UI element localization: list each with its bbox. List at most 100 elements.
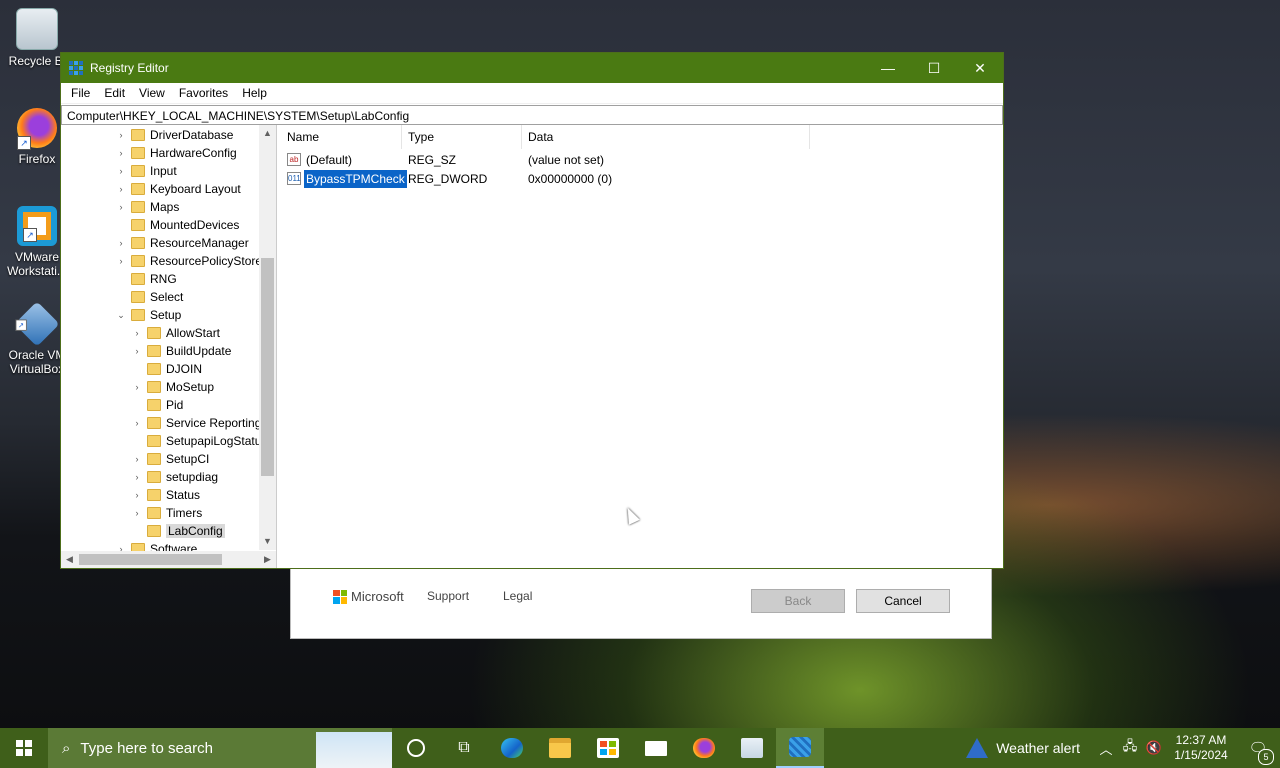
- close-button[interactable]: ✕: [957, 53, 1003, 83]
- vmware-icon: ↗: [17, 206, 57, 246]
- scroll-down-icon[interactable]: ▼: [259, 533, 276, 550]
- tree-expander-icon[interactable]: ›: [131, 418, 143, 428]
- task-view-button[interactable]: ⧉: [440, 728, 488, 768]
- tree-item[interactable]: RNG: [115, 270, 177, 288]
- address-bar[interactable]: Computer\HKEY_LOCAL_MACHINE\SYSTEM\Setup…: [61, 105, 1003, 125]
- value-data: (value not set): [528, 153, 605, 167]
- scroll-thumb[interactable]: [261, 258, 274, 476]
- scroll-right-icon[interactable]: ▶: [259, 551, 276, 568]
- column-header-name[interactable]: Name: [281, 125, 402, 149]
- minimize-button[interactable]: —: [865, 53, 911, 83]
- folder-icon: [131, 129, 145, 141]
- folder-icon: [147, 399, 161, 411]
- value-row[interactable]: 011 BypassTPMCheck REG_DWORD 0x00000000 (0): [281, 169, 981, 189]
- legal-link[interactable]: Legal: [503, 589, 532, 603]
- tree-item[interactable]: › DriverDatabase: [115, 126, 234, 144]
- menu-view[interactable]: View: [132, 86, 172, 100]
- tree-expander-icon[interactable]: ›: [115, 166, 127, 176]
- tree-item[interactable]: MountedDevices: [115, 216, 239, 234]
- scroll-thumb[interactable]: [79, 554, 222, 565]
- maximize-button[interactable]: ☐: [911, 53, 957, 83]
- value-row[interactable]: ab (Default) REG_SZ (value not set): [281, 151, 981, 169]
- cortana-button[interactable]: [392, 728, 440, 768]
- registry-editor-window: Registry Editor — ☐ ✕ File Edit View Fav…: [60, 52, 1004, 569]
- taskbar-mail[interactable]: [632, 728, 680, 768]
- menu-favorites[interactable]: Favorites: [172, 86, 235, 100]
- tree-item[interactable]: › setupdiag: [131, 468, 219, 486]
- folder-icon: [131, 165, 145, 177]
- tree-item[interactable]: › ResourceManager: [115, 234, 249, 252]
- menu-help[interactable]: Help: [235, 86, 274, 100]
- taskbar-search-box[interactable]: ⌕ Type here to search: [48, 728, 392, 768]
- tree-item[interactable]: › Service Reporting: [131, 414, 262, 432]
- tree-horizontal-scrollbar[interactable]: ◀ ▶: [61, 551, 276, 568]
- tree-expander-icon[interactable]: ›: [131, 508, 143, 518]
- tree-expander-icon[interactable]: ›: [131, 328, 143, 338]
- tree-expander-icon[interactable]: ›: [131, 472, 143, 482]
- tree-item-label: Select: [150, 290, 184, 304]
- network-button[interactable]: 🖧: [1118, 737, 1142, 759]
- tree-expander-icon[interactable]: ›: [131, 454, 143, 464]
- tree-item[interactable]: › MoSetup: [131, 378, 215, 396]
- tree-item[interactable]: DJOIN: [131, 360, 202, 378]
- title-bar[interactable]: Registry Editor — ☐ ✕: [61, 53, 1003, 83]
- scroll-up-icon[interactable]: ▲: [259, 125, 276, 142]
- tree-item[interactable]: Select: [115, 288, 183, 306]
- key-tree-pane[interactable]: › DriverDatabase › HardwareConfig › Input › Key…: [61, 125, 277, 568]
- menu-edit[interactable]: Edit: [97, 86, 132, 100]
- taskbar-file-explorer[interactable]: [536, 728, 584, 768]
- tree-item-label: ResourcePolicyStore: [150, 254, 263, 268]
- tree-expander-icon[interactable]: ›: [131, 382, 143, 392]
- tree-item[interactable]: ⌄ Setup: [115, 306, 181, 324]
- taskbar-registry-editor[interactable]: [776, 728, 824, 768]
- taskbar-app[interactable]: [728, 728, 776, 768]
- column-header-data[interactable]: Data: [522, 125, 810, 149]
- column-header-type[interactable]: Type: [402, 125, 522, 149]
- back-button[interactable]: Back: [751, 589, 845, 613]
- tree-item[interactable]: › AllowStart: [131, 324, 221, 342]
- tree-item[interactable]: Pid: [131, 396, 183, 414]
- notifications-button[interactable]: 🗨 5: [1236, 739, 1280, 765]
- tree-item[interactable]: › HardwareConfig: [115, 144, 237, 162]
- tree-expander-icon[interactable]: ⌄: [115, 310, 127, 321]
- tree-vertical-scrollbar[interactable]: ▲ ▼: [259, 125, 276, 550]
- tree-item[interactable]: › ResourcePolicyStore: [115, 252, 263, 270]
- value-name: BypassTPMCheck: [303, 169, 408, 189]
- tree-item[interactable]: LabConfig: [131, 522, 225, 540]
- registry-editor-icon: [69, 61, 83, 75]
- taskbar-clock[interactable]: 12:37 AM 1/15/2024: [1166, 733, 1236, 763]
- tree-item[interactable]: › Input: [115, 162, 177, 180]
- support-link[interactable]: Support: [427, 589, 469, 603]
- cancel-button[interactable]: Cancel: [856, 589, 950, 613]
- taskbar-firefox[interactable]: [680, 728, 728, 768]
- windows-logo-icon: [16, 740, 32, 756]
- show-hidden-icons-button[interactable]: ︿: [1094, 739, 1118, 758]
- tree-item[interactable]: › BuildUpdate: [131, 342, 232, 360]
- volume-button[interactable]: 🔇: [1142, 740, 1166, 756]
- tree-item[interactable]: › Maps: [115, 198, 180, 216]
- tree-expander-icon[interactable]: ›: [115, 256, 127, 266]
- folder-icon: [147, 507, 161, 519]
- tree-expander-icon[interactable]: ›: [115, 238, 127, 248]
- tree-expander-icon[interactable]: ›: [131, 346, 143, 356]
- tree-item[interactable]: › Keyboard Layout: [115, 180, 241, 198]
- tree-item-label: Setup: [150, 308, 182, 322]
- taskbar-edge[interactable]: [488, 728, 536, 768]
- tree-expander-icon[interactable]: ›: [115, 148, 127, 158]
- tree-expander-icon[interactable]: ›: [115, 130, 127, 140]
- tree-item[interactable]: › Timers: [131, 504, 203, 522]
- tree-item-label: MoSetup: [166, 380, 215, 394]
- scroll-left-icon[interactable]: ◀: [61, 551, 78, 568]
- taskbar-store[interactable]: [584, 728, 632, 768]
- tree-item[interactable]: › Status: [131, 486, 201, 504]
- weather-alert-button[interactable]: Weather alert: [966, 738, 1080, 758]
- folder-icon: [147, 489, 161, 501]
- tree-expander-icon[interactable]: ›: [115, 202, 127, 212]
- tree-expander-icon[interactable]: ›: [131, 490, 143, 500]
- start-button[interactable]: [0, 728, 48, 768]
- tree-item[interactable]: SetupapiLogStatu: [131, 432, 261, 450]
- menu-file[interactable]: File: [64, 86, 97, 100]
- tree-expander-icon[interactable]: ›: [115, 184, 127, 194]
- tree-item[interactable]: › SetupCI: [131, 450, 210, 468]
- values-list-pane[interactable]: Name Type Data ab (Default) REG_SZ (value n…: [281, 125, 1003, 568]
